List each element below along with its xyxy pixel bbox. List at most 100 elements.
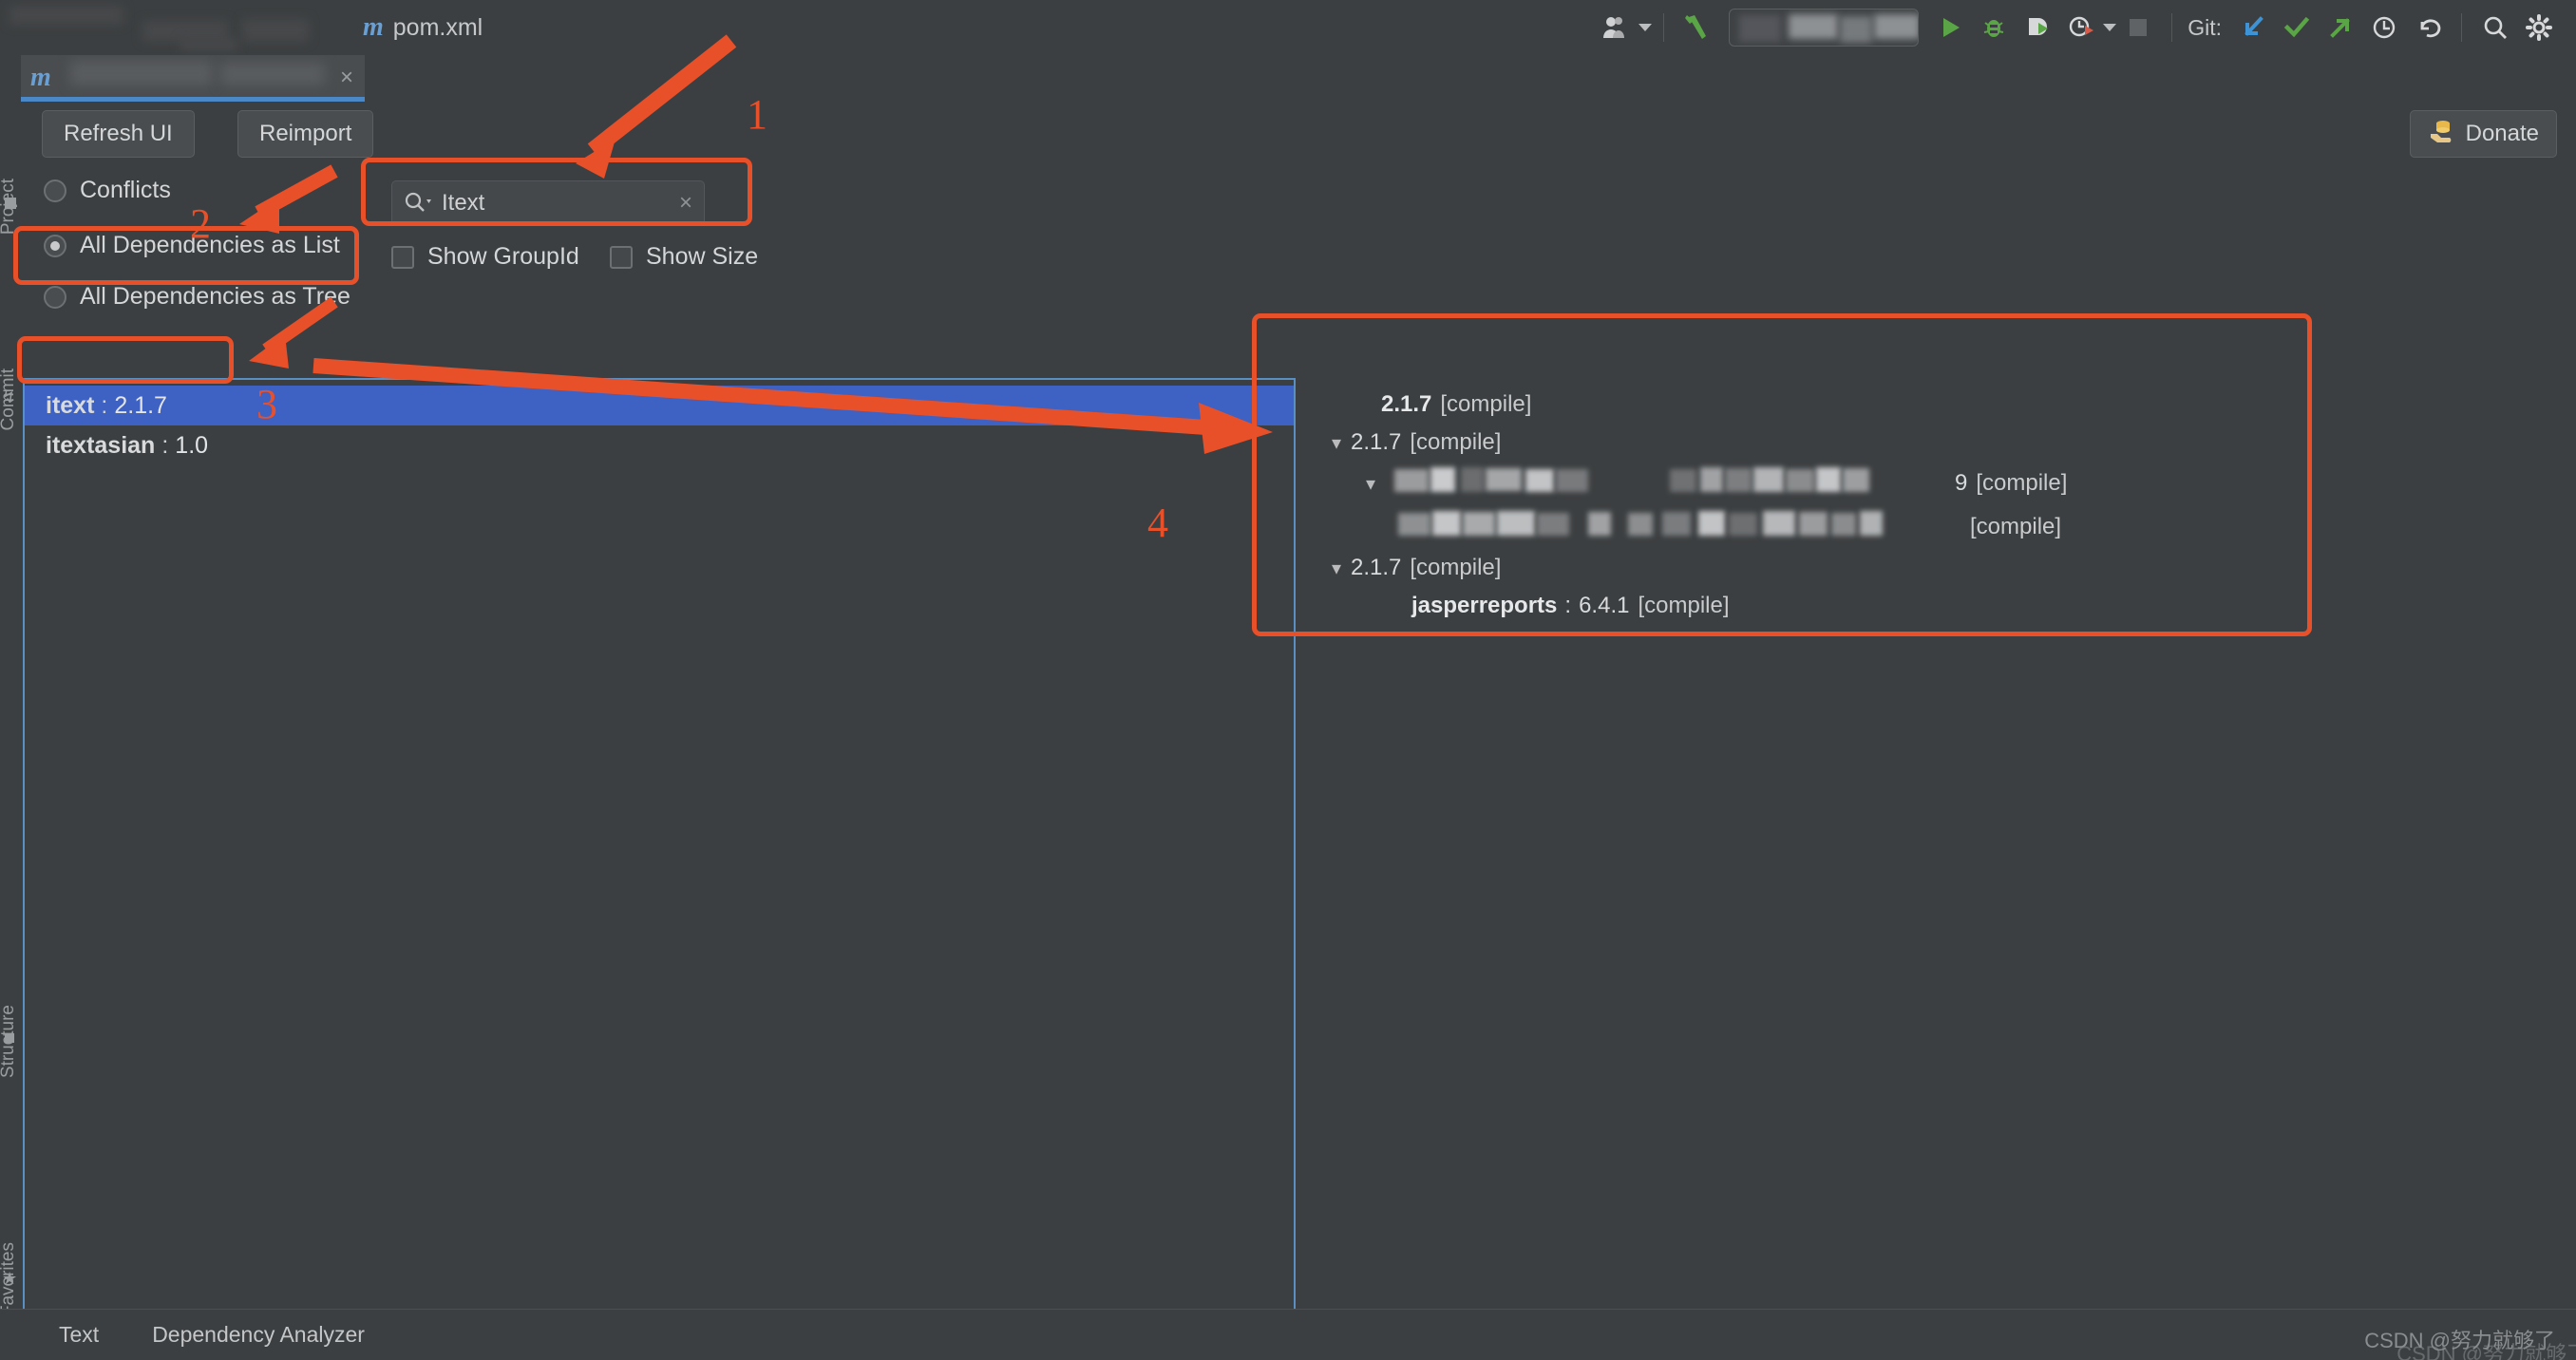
checkbox-show-size[interactable]: Show Size bbox=[610, 243, 758, 271]
tree-row[interactable]: ▾ bbox=[1301, 505, 2576, 549]
redacted-text bbox=[1385, 467, 1955, 500]
separator: : bbox=[161, 431, 169, 459]
analyzer-tab-row: m × bbox=[21, 55, 2576, 102]
chevron-down-icon[interactable]: ▾ bbox=[1356, 472, 1385, 496]
watermark-text-shadow: CSDN @努力就够了 bbox=[2396, 1342, 2576, 1360]
radio-conflicts[interactable]: Conflicts bbox=[44, 177, 171, 204]
toolbar-divider bbox=[2171, 13, 2173, 42]
tree-row[interactable]: ▾ 2.1.7 [compile] bbox=[1301, 424, 2576, 462]
radio-indicator bbox=[44, 234, 66, 257]
tree-row[interactable]: ▾ 2.1.7 [compile] bbox=[1301, 386, 2576, 424]
git-update-icon[interactable] bbox=[2231, 6, 2275, 49]
bottom-tab-dependency-analyzer[interactable]: Dependency Analyzer bbox=[152, 1322, 365, 1348]
checkbox-show-groupid[interactable]: Show GroupId bbox=[391, 243, 579, 271]
tree-scope: [compile] bbox=[1440, 391, 1532, 417]
radio-all-as-tree-label: All Dependencies as Tree bbox=[80, 283, 350, 310]
search-input[interactable]: Itext × bbox=[391, 180, 705, 226]
separator: : bbox=[1564, 593, 1572, 618]
git-rollback-icon[interactable] bbox=[2406, 6, 2450, 49]
tree-name: jasperreports bbox=[1411, 593, 1558, 618]
tree-scope: [compile] bbox=[1410, 555, 1502, 580]
stop-icon[interactable] bbox=[2116, 6, 2160, 49]
tree-row[interactable]: ▾ jasperreports : 6.4.1 [compile] bbox=[1301, 587, 2576, 625]
git-history-icon[interactable] bbox=[2362, 6, 2406, 49]
toolbar-divider bbox=[1663, 13, 1665, 42]
settings-gear-icon[interactable] bbox=[2517, 6, 2561, 49]
toolbar-right-group: Git: bbox=[1595, 0, 2561, 55]
analyzer-tab-underline bbox=[21, 97, 365, 102]
left-tool-window-bar: Project Commit ↯ Structure Favorites ★ bbox=[0, 55, 21, 1316]
dependency-list-pane[interactable]: itext : 2.1.7 itextasian : 1.0 bbox=[23, 378, 1296, 1360]
dependency-name: itextasian bbox=[46, 431, 156, 459]
dependency-analyzer-panel: m × Refresh UI Reimport Donate Conflicts… bbox=[21, 55, 2576, 1360]
tree-scope: [compile] bbox=[1970, 514, 2062, 539]
run-configuration-selector[interactable] bbox=[1729, 9, 1920, 47]
structure-square-icon bbox=[5, 1033, 14, 1043]
chevron-down-icon[interactable]: ▾ bbox=[1322, 557, 1351, 580]
tree-scope: [compile] bbox=[1638, 593, 1730, 618]
toolbar-divider bbox=[2461, 13, 2462, 42]
maven-m-icon: m bbox=[30, 63, 51, 92]
user-avatar-icon[interactable] bbox=[1595, 6, 1638, 49]
main-toolbar: m pom.xml Git: bbox=[0, 0, 2576, 55]
refresh-ui-button[interactable]: Refresh UI bbox=[42, 110, 195, 158]
tree-version: 6.4.1 bbox=[1579, 593, 1630, 618]
search-value[interactable]: Itext bbox=[442, 190, 670, 217]
checkbox-show-size-label: Show Size bbox=[646, 243, 759, 270]
list-item[interactable]: itextasian : 1.0 bbox=[25, 425, 1294, 465]
chevron-down-icon[interactable] bbox=[1638, 24, 1653, 31]
analyzer-toolbar: Refresh UI Reimport Donate bbox=[21, 106, 2576, 165]
checkbox-show-groupid-label: Show GroupId bbox=[427, 243, 579, 270]
profiler-icon[interactable] bbox=[2059, 6, 2103, 49]
checkbox-indicator bbox=[610, 245, 633, 269]
tree-scope: [compile] bbox=[1410, 429, 1502, 455]
separator: : bbox=[101, 391, 108, 419]
search-icon bbox=[404, 191, 432, 217]
redacted-text bbox=[1385, 511, 1970, 543]
tree-version: 2.1.7 bbox=[1351, 555, 1402, 580]
maven-m-icon: m bbox=[363, 12, 384, 42]
analyzer-options: Conflicts All Dependencies as List All D… bbox=[21, 167, 2576, 357]
reimport-button[interactable]: Reimport bbox=[237, 110, 374, 158]
git-label: Git: bbox=[2188, 14, 2222, 40]
build-hammer-icon[interactable] bbox=[1676, 6, 1719, 49]
git-push-icon[interactable] bbox=[2319, 6, 2362, 49]
tree-version: 9 bbox=[1955, 470, 1968, 496]
run-coverage-icon[interactable] bbox=[2016, 6, 2059, 49]
editor-tab-label: pom.xml bbox=[392, 13, 483, 41]
debug-icon[interactable] bbox=[1972, 6, 2016, 49]
blurred-menu-region bbox=[0, 0, 361, 55]
clear-search-icon[interactable]: × bbox=[679, 192, 692, 215]
tree-row[interactable]: ▾ 2.1.7 [compile] bbox=[1301, 549, 2576, 587]
donate-label: Donate bbox=[2465, 121, 2539, 146]
dependency-tree-pane[interactable]: ▾ 2.1.7 [compile] ▾ 2.1.7 [compile] ▾ bbox=[1301, 378, 2576, 1360]
radio-all-dependencies-as-tree[interactable]: All Dependencies as Tree bbox=[44, 283, 350, 311]
tree-version: 2.1.7 bbox=[1351, 429, 1402, 455]
dependency-version: 2.1.7 bbox=[114, 391, 167, 419]
radio-indicator bbox=[44, 179, 66, 202]
list-item[interactable]: itext : 2.1.7 bbox=[25, 386, 1294, 425]
bottom-tab-text[interactable]: Text bbox=[59, 1322, 99, 1348]
editor-tab-pom[interactable]: m pom.xml bbox=[353, 8, 492, 47]
bottom-tab-bar: Text Dependency Analyzer bbox=[0, 1309, 2576, 1360]
run-icon[interactable] bbox=[1928, 6, 1972, 49]
close-icon[interactable]: × bbox=[340, 66, 353, 89]
tree-row[interactable]: ▾ bbox=[1301, 462, 2576, 505]
radio-conflicts-label: Conflicts bbox=[80, 177, 171, 203]
donate-coins-icon bbox=[2428, 118, 2456, 151]
dependency-version: 1.0 bbox=[175, 431, 209, 459]
ide-window: m pom.xml Git: Commit ↯ Favorites ★ m × … bbox=[0, 0, 2576, 1360]
git-commit-icon[interactable] bbox=[2275, 6, 2319, 49]
watermark: CSDN @努力就够了 CSDN @努力就够了 bbox=[2364, 1324, 2576, 1360]
radio-all-dependencies-as-list[interactable]: All Dependencies as List bbox=[44, 232, 340, 259]
search-everywhere-icon[interactable] bbox=[2473, 6, 2517, 49]
radio-all-as-list-label: All Dependencies as List bbox=[80, 232, 340, 258]
analyzer-tab[interactable]: m × bbox=[21, 55, 365, 101]
donate-button[interactable]: Donate bbox=[2409, 110, 2557, 158]
chevron-down-icon[interactable]: ▾ bbox=[1322, 431, 1351, 455]
checkbox-indicator bbox=[391, 245, 414, 269]
favorites-star-icon: ★ bbox=[2, 1269, 18, 1288]
project-square-icon bbox=[5, 198, 16, 209]
radio-indicator bbox=[44, 285, 66, 309]
chevron-down-icon[interactable] bbox=[2103, 24, 2117, 31]
